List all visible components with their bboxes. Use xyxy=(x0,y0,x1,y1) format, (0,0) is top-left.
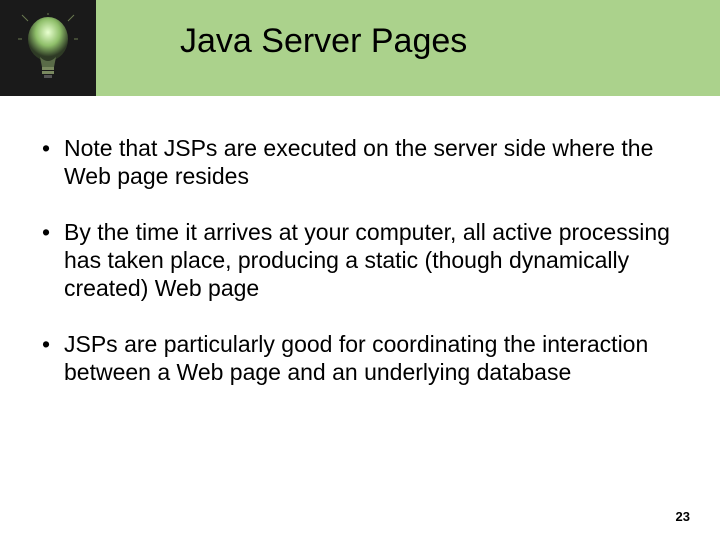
slide-content: Note that JSPs are executed on the serve… xyxy=(0,96,720,386)
bullet-item: By the time it arrives at your computer,… xyxy=(40,218,680,302)
bullet-item: JSPs are particularly good for coordinat… xyxy=(40,330,680,386)
icon-box xyxy=(0,0,96,96)
lightbulb-icon xyxy=(18,13,78,83)
slide-title: Java Server Pages xyxy=(180,22,467,61)
header-band: Java Server Pages xyxy=(0,0,720,96)
page-number: 23 xyxy=(676,509,690,524)
bullet-list: Note that JSPs are executed on the serve… xyxy=(40,134,680,386)
bullet-item: Note that JSPs are executed on the serve… xyxy=(40,134,680,190)
